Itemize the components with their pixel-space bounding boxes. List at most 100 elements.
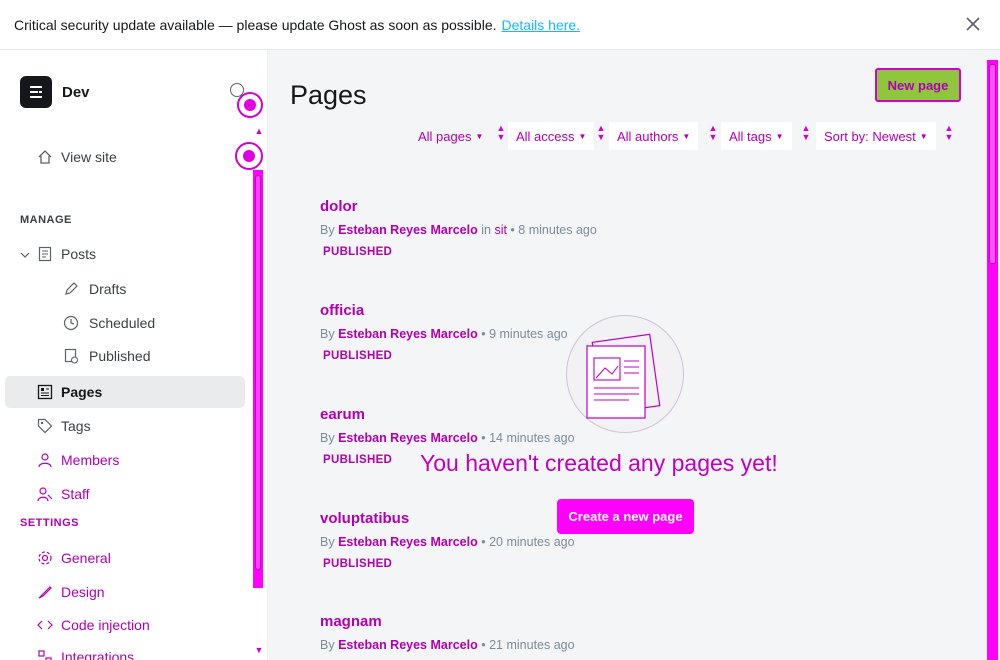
filter-author[interactable]: All authors ▼ [609, 122, 699, 150]
new-page-button[interactable]: New page [875, 68, 961, 102]
list-item[interactable]: dolor By Esteban Reyes Marcelo in sit • … [320, 198, 597, 258]
sidebar-item-design[interactable]: Design [36, 583, 105, 601]
scroll-handle-mid[interactable] [235, 142, 263, 170]
page-item-title[interactable]: magnam [320, 613, 575, 630]
scroll-up-arrow[interactable]: ▲ [253, 126, 265, 136]
filter-type-label: All pages [418, 128, 472, 144]
meta-separator: • [481, 431, 486, 445]
page-item-time: 14 minutes ago [489, 431, 575, 445]
code-icon [36, 616, 54, 634]
chevron-down-icon: ▼ [682, 131, 691, 141]
sidebar-item-label: Integrations [61, 649, 135, 660]
sidebar-item-code-injection[interactable]: Code injection [36, 616, 150, 634]
by-label: By [320, 223, 335, 237]
list-item[interactable]: voluptatibus By Esteban Reyes Marcelo • … [320, 510, 575, 570]
page-item-meta: By Esteban Reyes Marcelo • 9 minutes ago [320, 327, 568, 341]
chevron-down-icon: ▼ [775, 131, 784, 141]
page-item-meta: By Esteban Reyes Marcelo • 14 minutes ag… [320, 431, 575, 445]
page-item-title[interactable]: officia [320, 302, 568, 319]
document-icon [36, 245, 54, 263]
author-name[interactable]: Esteban Reyes Marcelo [338, 638, 478, 652]
filter-sort-label: Sort by: Newest [824, 128, 916, 144]
sidebar-item-drafts[interactable]: Drafts [62, 280, 126, 298]
chevron-down-icon: ▼ [475, 131, 484, 141]
sidebar-item-view-site[interactable]: View site [36, 148, 117, 166]
sidebar-item-tags[interactable]: Tags [36, 417, 91, 435]
close-icon[interactable] [964, 15, 982, 33]
settings-section-label: SETTINGS [20, 517, 80, 529]
author-name[interactable]: Esteban Reyes Marcelo [338, 223, 478, 237]
filter-access-label: All access [516, 128, 575, 144]
empty-pages-illustration [566, 315, 684, 433]
sidebar-item-label: Published [89, 348, 151, 364]
integrations-icon [36, 648, 54, 660]
spinner-arrows-icon[interactable]: ▲ ▼ [596, 124, 606, 148]
brush-icon [36, 583, 54, 601]
status-badge: PUBLISHED [323, 246, 393, 258]
page-item-title[interactable]: voluptatibus [320, 510, 575, 527]
page-item-time: 21 minutes ago [489, 638, 575, 652]
filter-tag[interactable]: All tags ▼ [721, 122, 792, 150]
pages-icon [36, 383, 54, 401]
spinner-arrows-icon[interactable]: ▲ ▼ [496, 124, 506, 148]
update-banner: Critical security update available — ple… [0, 0, 1000, 50]
sidebar-item-label: Tags [61, 418, 91, 434]
filter-bar: All pages ▼ ▲ ▼ All access ▼ ▲ ▼ All authors… [408, 122, 968, 152]
page-item-title[interactable]: earum [320, 406, 575, 423]
main-content: Pages New page All pages ▼ ▲ ▼ All access ▼… [268, 50, 1000, 660]
spinner-arrows-icon[interactable]: ▲ ▼ [708, 124, 718, 148]
page-item-title[interactable]: dolor [320, 198, 597, 215]
sidebar-item-scheduled[interactable]: Scheduled [62, 314, 155, 332]
page-item-time: 20 minutes ago [489, 535, 575, 549]
spinner-arrows-icon[interactable]: ▲ ▼ [801, 124, 811, 148]
staff-icon [36, 485, 54, 503]
filter-access[interactable]: All access ▼ [508, 122, 595, 150]
tag-icon [36, 417, 54, 435]
tag-name[interactable]: sit [494, 223, 507, 237]
banner-details-link[interactable]: Details here. [502, 17, 581, 33]
list-item[interactable]: officia By Esteban Reyes Marcelo • 9 min… [320, 302, 568, 362]
sidebar-scrollbar-thumb[interactable] [255, 175, 261, 570]
sidebar-item-members[interactable]: Members [36, 451, 119, 469]
main-scrollbar-thumb[interactable] [989, 64, 996, 264]
site-name: Dev [62, 83, 90, 101]
list-item[interactable]: magnam By Esteban Reyes Marcelo • 21 min… [320, 613, 575, 652]
sidebar-item-integrations[interactable]: Integrations [36, 648, 134, 660]
author-name[interactable]: Esteban Reyes Marcelo [338, 327, 478, 341]
filter-author-label: All authors [617, 128, 679, 144]
sidebar-item-published[interactable]: Published [62, 347, 151, 365]
meta-separator: • [481, 638, 486, 652]
site-brand[interactable]: Dev [20, 76, 90, 108]
scroll-handle-top[interactable] [237, 92, 263, 118]
sidebar-item-general[interactable]: General [36, 549, 111, 567]
empty-state-message: You haven't created any pages yet! [420, 450, 778, 476]
manage-section-label: MANAGE [20, 214, 72, 226]
sidebar-item-pages[interactable]: Pages [5, 376, 245, 408]
sidebar-item-staff[interactable]: Staff [36, 485, 90, 503]
page-item-meta: By Esteban Reyes Marcelo • 20 minutes ag… [320, 535, 575, 549]
page-item-time: 8 minutes ago [518, 223, 597, 237]
ghost-logo-icon [20, 76, 52, 108]
meta-separator: • [510, 223, 515, 237]
chevron-down-icon: ▼ [919, 131, 928, 141]
filter-sort[interactable]: Sort by: Newest ▼ [816, 122, 936, 150]
page-title: Pages [290, 80, 367, 110]
clock-icon [62, 314, 80, 332]
scroll-down-arrow[interactable]: ▼ [253, 645, 265, 655]
by-label: By [320, 327, 335, 341]
create-new-page-button[interactable]: Create a new page [557, 499, 694, 534]
spinner-arrows-icon[interactable]: ▲ ▼ [944, 124, 954, 148]
status-badge: PUBLISHED [323, 558, 393, 570]
page-item-time: 9 minutes ago [489, 327, 568, 341]
author-name[interactable]: Esteban Reyes Marcelo [338, 431, 478, 445]
pencil-icon [62, 280, 80, 298]
sidebar-item-label: Drafts [89, 281, 127, 297]
sidebar-item-label: Members [61, 452, 120, 468]
by-label: By [320, 535, 335, 549]
author-name[interactable]: Esteban Reyes Marcelo [338, 535, 478, 549]
sidebar-item-posts[interactable]: Posts [36, 245, 96, 263]
chevron-down-icon[interactable] [20, 250, 30, 260]
filter-type[interactable]: All pages ▼ [418, 122, 483, 150]
sidebar-item-label: Posts [61, 246, 97, 262]
status-badge: PUBLISHED [323, 350, 393, 362]
